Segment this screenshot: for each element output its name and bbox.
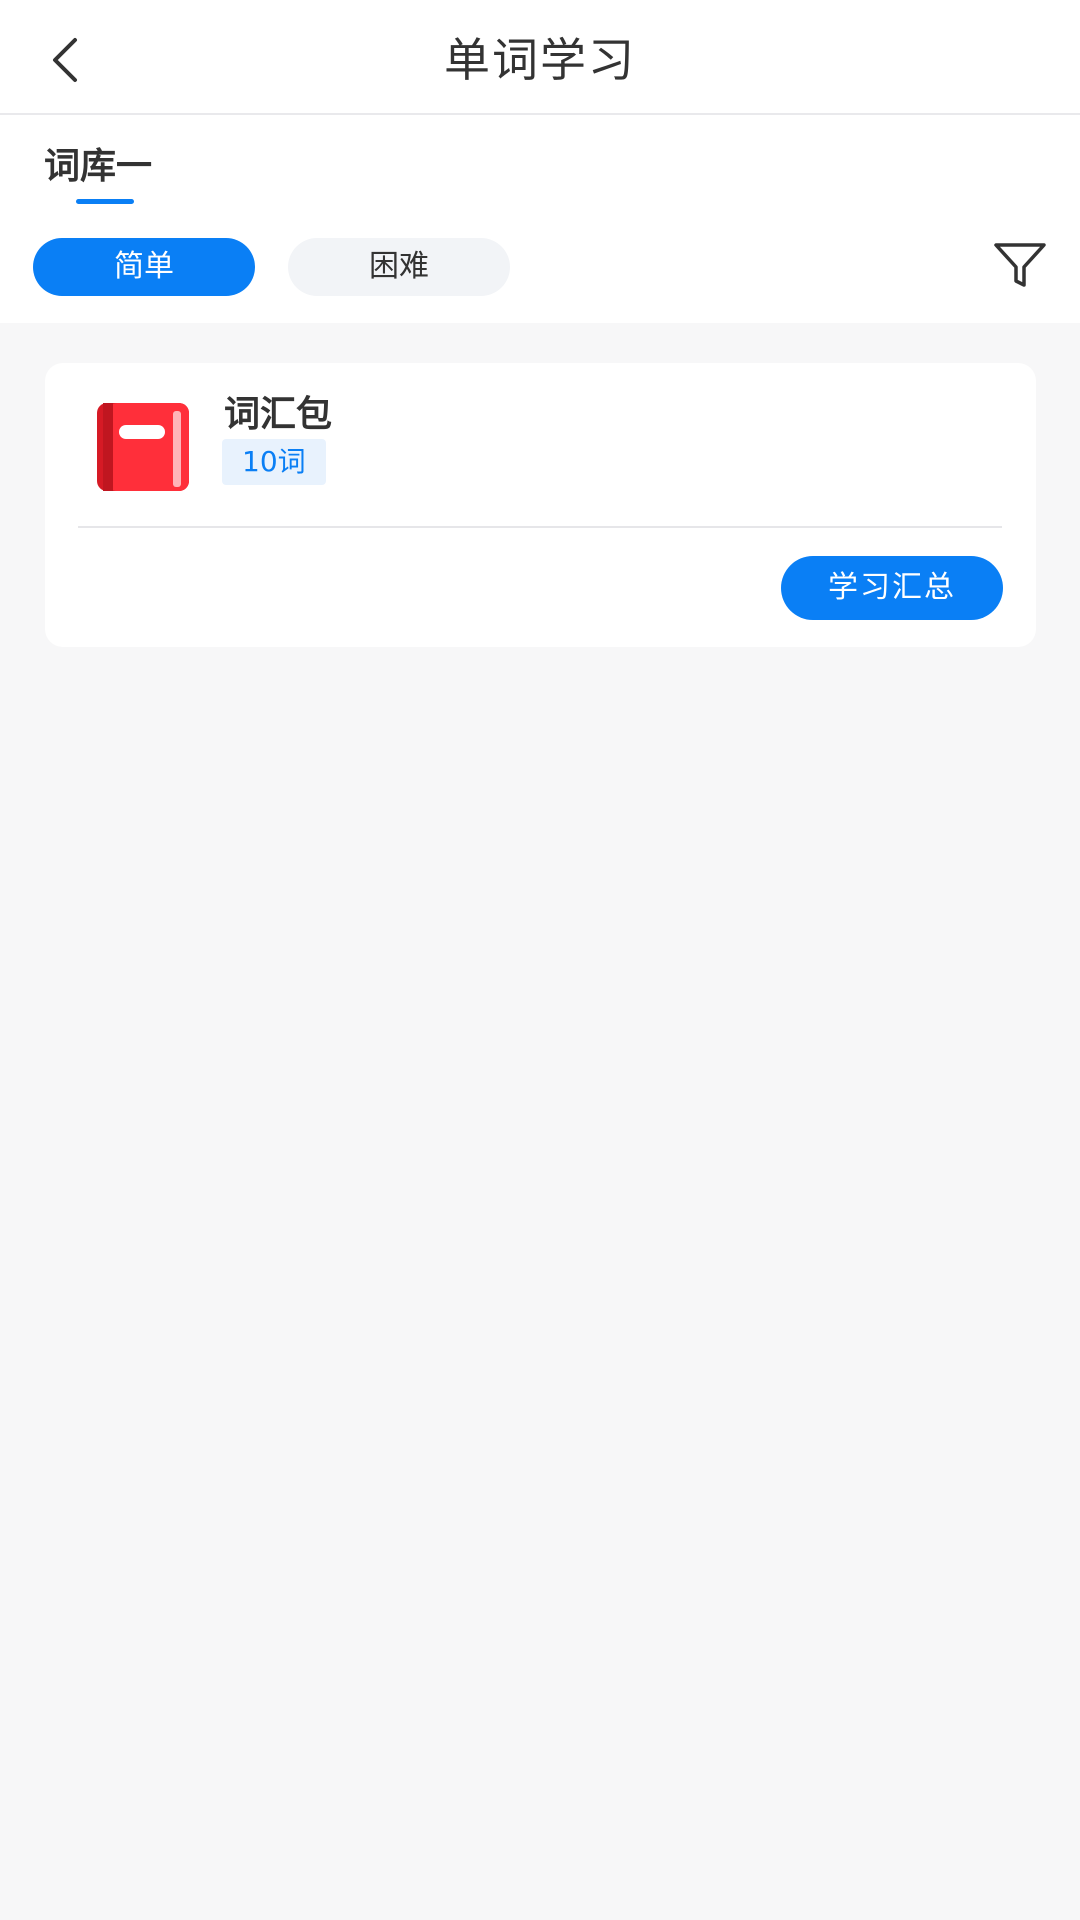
filter-button[interactable] xyxy=(990,235,1050,295)
vocab-package-card[interactable]: 词汇包 10词 学习汇总 xyxy=(45,363,1036,647)
study-summary-button[interactable]: 学习汇总 xyxy=(781,556,1003,620)
tab-library-one[interactable]: 词库一 xyxy=(44,137,152,189)
card-divider xyxy=(78,526,1002,528)
word-count-badge: 10词 xyxy=(222,439,326,485)
package-name: 词汇包 xyxy=(224,394,333,435)
page-title: 单词学习 xyxy=(444,33,636,87)
tab-active-indicator xyxy=(76,199,134,204)
chip-hard[interactable]: 困难 xyxy=(288,238,510,296)
funnel-icon xyxy=(994,243,1046,287)
red-book-icon xyxy=(97,403,189,491)
top-bar: 单词学习 xyxy=(0,0,1080,115)
chip-easy[interactable]: 简单 xyxy=(33,238,255,296)
tabs-and-filters: 词库一 简单 困难 xyxy=(0,115,1080,323)
